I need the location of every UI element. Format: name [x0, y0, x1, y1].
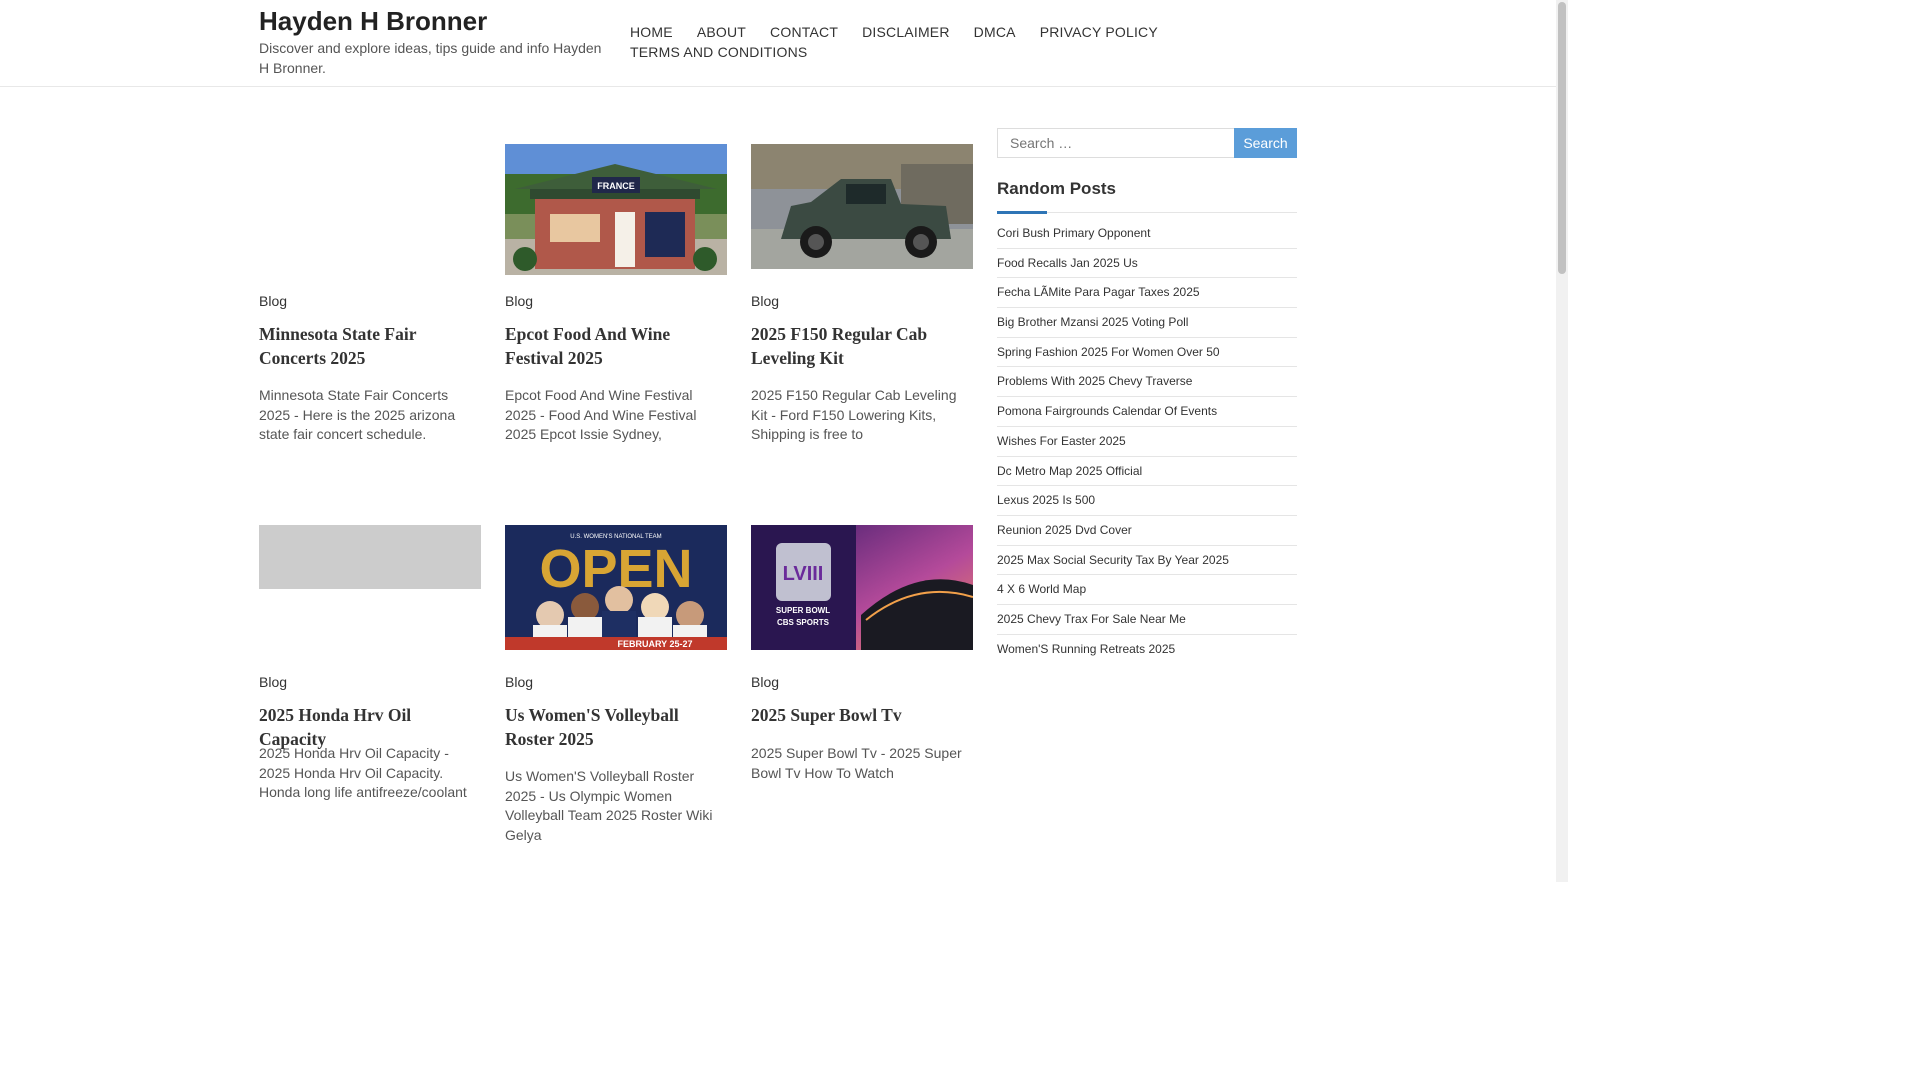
random-post-link[interactable]: Food Recalls Jan 2025 Us — [997, 249, 1297, 279]
post-category[interactable]: Blog — [751, 293, 779, 309]
site-title[interactable]: Hayden H Bronner — [259, 6, 487, 37]
kiosk-image: FRANCE — [505, 144, 727, 275]
random-post-link[interactable]: 4 X 6 World Map — [997, 575, 1297, 605]
post-title[interactable]: Epcot Food And Wine Festival 2025 — [505, 323, 727, 370]
nav-privacy-policy[interactable]: PRIVACY POLICY — [1040, 23, 1158, 42]
post-category[interactable]: Blog — [751, 674, 779, 690]
post-excerpt: Epcot Food And Wine Festival 2025 - Food… — [505, 387, 697, 442]
search-button[interactable]: Search — [1234, 128, 1297, 158]
random-post-link[interactable]: Reunion 2025 Dvd Cover — [997, 516, 1297, 546]
post-category[interactable]: Blog — [259, 674, 287, 690]
nav-home[interactable]: HOME — [630, 23, 673, 42]
post-category[interactable]: Blog — [259, 293, 287, 309]
random-post-link[interactable]: Fecha LÃMite Para Pagar Taxes 2025 — [997, 278, 1297, 309]
random-posts-title: Random Posts — [997, 179, 1117, 198]
post-excerpt: 2025 Honda Hrv Oil Capacity - 2025 Honda… — [259, 745, 467, 800]
page-scrollbar[interactable] — [1556, 0, 1568, 882]
post-excerpt: Minnesota State Fair Concerts 2025 - Her… — [259, 387, 456, 442]
post-title[interactable]: Us Women'S Volleyball Roster 2025 — [505, 704, 727, 751]
post-title[interactable]: 2025 Super Bowl Tv — [751, 704, 973, 728]
volleyball-image: U.S. WOMEN'S NATIONAL TEAM OPEN FEBRUARY… — [505, 525, 727, 650]
nav-contact[interactable]: CONTACT — [770, 23, 838, 42]
post-thumbnail[interactable]: U.S. WOMEN'S NATIONAL TEAM OPEN FEBRUARY… — [505, 525, 727, 650]
random-post-link[interactable]: Cori Bush Primary Opponent — [997, 219, 1297, 249]
random-post-link[interactable]: Wishes For Easter 2025 — [997, 427, 1297, 457]
post-thumbnail[interactable]: LVIII SUPER BOWL CBS SPORTS — [751, 525, 973, 650]
banner-date-text: FEBRUARY 25-27 — [617, 639, 692, 649]
post-excerpt: 2025 Super Bowl Tv - 2025 Super Bowl Tv … — [751, 745, 962, 781]
random-post-link[interactable]: Big Brother Mzansi 2025 Voting Poll — [997, 308, 1297, 338]
post-category[interactable]: Blog — [505, 674, 533, 690]
main-nav: HOME ABOUT CONTACT DISCLAIMER DMCA PRIVA… — [630, 23, 1160, 61]
super-bowl-logo-text: LVIII — [783, 563, 824, 585]
nav-terms[interactable]: TERMS AND CONDITIONS — [630, 43, 807, 62]
post-excerpt: 2025 F150 Regular Cab Leveling Kit - For… — [751, 387, 957, 442]
random-posts-list: Cori Bush Primary Opponent Food Recalls … — [997, 219, 1297, 664]
post-category[interactable]: Blog — [505, 293, 533, 309]
post-title[interactable]: Minnesota State Fair Concerts 2025 — [259, 323, 481, 370]
search-input[interactable] — [997, 128, 1235, 158]
random-post-link[interactable]: Spring Fashion 2025 For Women Over 50 — [997, 338, 1297, 368]
random-post-link[interactable]: 2025 Max Social Security Tax By Year 202… — [997, 546, 1297, 576]
nav-about[interactable]: ABOUT — [697, 23, 746, 42]
random-post-link[interactable]: Pomona Fairgrounds Calendar Of Events — [997, 397, 1297, 427]
random-post-link[interactable]: Lexus 2025 Is 500 — [997, 486, 1297, 516]
super-bowl-image: LVIII SUPER BOWL CBS SPORTS — [751, 525, 973, 650]
random-post-link[interactable]: Women'S Running Retreats 2025 — [997, 635, 1297, 665]
nav-disclaimer[interactable]: DISCLAIMER — [862, 23, 950, 42]
post-thumbnail-placeholder[interactable] — [259, 525, 481, 589]
scrollbar-thumb[interactable] — [1558, 2, 1566, 274]
nav-dmca[interactable]: DMCA — [974, 23, 1016, 42]
random-post-link[interactable]: Problems With 2025 Chevy Traverse — [997, 367, 1297, 398]
super-bowl-sub-text: SUPER BOWL — [776, 606, 830, 615]
random-post-link[interactable]: 2025 Chevy Trax For Sale Near Me — [997, 605, 1297, 635]
post-excerpt: Us Women'S Volleyball Roster 2025 - Us O… — [505, 768, 713, 843]
post-thumbnail[interactable] — [751, 144, 973, 269]
post-title[interactable]: 2025 F150 Regular Cab Leveling Kit — [751, 323, 973, 370]
kiosk-sign-text: FRANCE — [597, 181, 635, 191]
site-header: Hayden H Bronner Discover and explore id… — [0, 0, 1556, 87]
truck-image — [751, 144, 973, 269]
site-description: Discover and explore ideas, tips guide a… — [259, 40, 602, 76]
random-post-link[interactable]: Dc Metro Map 2025 Official — [997, 457, 1297, 487]
network-text: CBS SPORTS — [777, 618, 830, 627]
post-thumbnail[interactable]: FRANCE — [505, 144, 727, 275]
widget-accent-bar — [997, 211, 1047, 214]
